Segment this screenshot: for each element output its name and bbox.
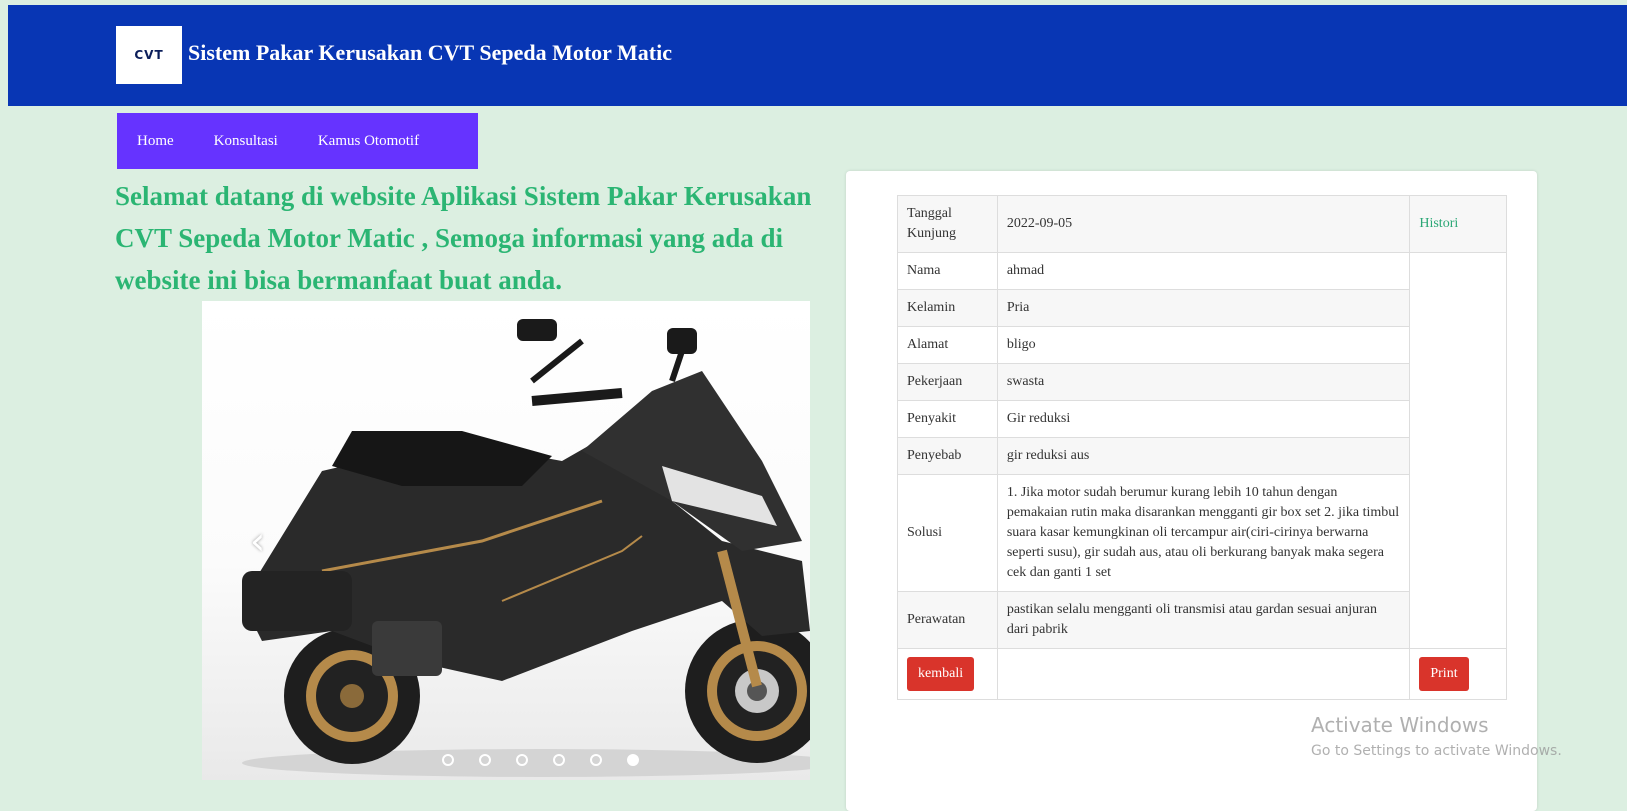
nav-konsultasi[interactable]: Konsultasi — [214, 133, 278, 150]
kembali-cell: kembali — [897, 648, 998, 700]
penyebab-value: gir reduksi aus — [996, 437, 1411, 475]
nav-kamus-otomotif[interactable]: Kamus Otomotif — [318, 133, 419, 150]
perawatan-value: pastikan selalu mengganti oli transmisi … — [996, 591, 1411, 649]
carousel-indicator[interactable] — [479, 754, 491, 766]
table-row: Penyebab gir reduksi aus — [897, 437, 1507, 475]
table-row: kembali Print — [897, 648, 1507, 700]
nama-value: ahmad — [996, 252, 1411, 290]
carousel-indicator[interactable] — [516, 754, 528, 766]
tanggal-value: 2022-09-05 — [996, 195, 1411, 253]
penyakit-value: Gir reduksi — [996, 400, 1411, 438]
carousel-indicator[interactable] — [442, 754, 454, 766]
tanggal-label: Tanggal Kunjung — [897, 195, 998, 253]
kelamin-value: Pria — [996, 289, 1411, 327]
carousel-indicator[interactable] — [553, 754, 565, 766]
histori-link[interactable]: Histori — [1419, 216, 1458, 231]
pekerjaan-label: Pekerjaan — [897, 363, 998, 401]
main-nav: Home Konsultasi Kamus Otomotif — [117, 113, 478, 169]
app-title: Sistem Pakar Kerusakan CVT Sepeda Motor … — [188, 40, 672, 65]
nama-label: Nama — [897, 252, 998, 290]
table-row: Perawatan pastikan selalu mengganti oli … — [897, 591, 1507, 649]
nav-home[interactable]: Home — [137, 133, 174, 150]
carousel-prev-icon[interactable]: ‹ — [250, 519, 265, 563]
windows-activation-watermark: Activate Windows Go to Settings to activ… — [1311, 713, 1562, 759]
carousel-indicator-active[interactable] — [627, 754, 639, 766]
table-row: Tanggal Kunjung 2022-09-05 Histori — [897, 195, 1507, 253]
print-cell: Print — [1409, 648, 1507, 700]
consultation-detail-table: Tanggal Kunjung 2022-09-05 Histori Nama … — [897, 195, 1507, 700]
table-row: Nama ahmad — [897, 252, 1507, 290]
solusi-label: Solusi — [897, 474, 998, 592]
histori-cell: Histori — [1409, 195, 1507, 253]
watermark-line1: Activate Windows — [1311, 713, 1489, 737]
watermark-line2: Go to Settings to activate Windows. — [1311, 743, 1562, 759]
penyebab-label: Penyebab — [897, 437, 998, 475]
image-carousel: ‹ — [202, 301, 810, 780]
carousel-indicator[interactable] — [590, 754, 602, 766]
table-row: Pekerjaan swasta — [897, 363, 1507, 401]
perawatan-label: Perawatan — [897, 591, 998, 649]
kelamin-label: Kelamin — [897, 289, 998, 327]
carousel-indicators — [442, 754, 639, 766]
kembali-button[interactable]: kembali — [907, 657, 975, 691]
pekerjaan-value: swasta — [996, 363, 1411, 401]
scooter-image — [242, 319, 810, 777]
alamat-label: Alamat — [897, 326, 998, 364]
print-button[interactable]: Print — [1419, 657, 1469, 691]
table-row: Kelamin Pria — [897, 289, 1507, 327]
solusi-value: 1. Jika motor sudah berumur kurang lebih… — [996, 474, 1411, 592]
table-row: Penyakit Gir reduksi — [897, 400, 1507, 438]
welcome-message: Selamat datang di website Aplikasi Siste… — [115, 181, 812, 295]
app-logo: CVT — [116, 26, 182, 84]
table-row: Solusi 1. Jika motor sudah berumur kuran… — [897, 474, 1507, 592]
alamat-value: bligo — [996, 326, 1411, 364]
penyakit-label: Penyakit — [897, 400, 998, 438]
table-row: Alamat bligo — [897, 326, 1507, 364]
